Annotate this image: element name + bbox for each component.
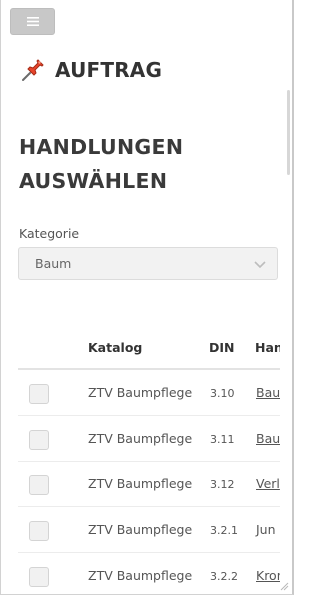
scrollbar-thumb[interactable] bbox=[287, 90, 290, 175]
column-header-din[interactable]: DIN bbox=[209, 340, 235, 355]
page-title-line-2: AUSWÄHLEN bbox=[19, 169, 168, 193]
chevron-down-icon bbox=[254, 261, 266, 269]
cell-katalog: ZTV Baumpflege bbox=[88, 522, 193, 537]
cell-katalog: ZTV Baumpflege bbox=[88, 385, 193, 400]
column-header-katalog[interactable]: Katalog bbox=[88, 340, 142, 355]
menu-button[interactable] bbox=[10, 8, 55, 35]
page-title: HANDLUNGEN AUSWÄHLEN bbox=[19, 130, 249, 198]
category-select[interactable]: Baum bbox=[18, 247, 278, 280]
cell-katalog: ZTV Baumpflege bbox=[88, 568, 193, 583]
category-selected-value: Baum bbox=[35, 256, 72, 271]
cell-katalog: ZTV Baumpflege bbox=[88, 476, 193, 491]
cell-handlung: Jun bbox=[256, 522, 276, 537]
row-checkbox[interactable] bbox=[29, 567, 49, 587]
cell-handlung-link[interactable]: Bau bbox=[256, 431, 280, 446]
resize-grip-icon[interactable] bbox=[279, 581, 289, 591]
cell-din: 3.11 bbox=[210, 433, 235, 446]
cell-din: 3.2.2 bbox=[210, 570, 238, 583]
column-header-handlung[interactable]: Han bbox=[255, 340, 280, 355]
cell-handlung-link[interactable]: Kron bbox=[256, 568, 280, 583]
cell-din: 3.2.1 bbox=[210, 524, 238, 537]
table-row: ZTV Baumpflege 3.2.2 Kron bbox=[18, 553, 280, 594]
cell-handlung-link[interactable]: Verl bbox=[256, 476, 280, 491]
cell-din: 3.12 bbox=[210, 478, 235, 491]
hamburger-icon bbox=[26, 17, 39, 26]
actions-table: Katalog DIN Han ZTV Baumpflege 3.10 Bau … bbox=[18, 330, 280, 594]
table-row: ZTV Baumpflege 3.12 Verl bbox=[18, 461, 280, 507]
table-row: ZTV Baumpflege 3.2.1 Jun bbox=[18, 507, 280, 553]
pushpin-icon bbox=[22, 59, 44, 81]
category-label: Kategorie bbox=[19, 226, 80, 241]
table-header: Katalog DIN Han bbox=[18, 330, 280, 370]
row-checkbox[interactable] bbox=[29, 430, 49, 450]
cell-katalog: ZTV Baumpflege bbox=[88, 431, 193, 446]
row-checkbox[interactable] bbox=[29, 384, 49, 404]
app-frame: AUFTRAG HANDLUNGEN AUSWÄHLEN Kategorie B… bbox=[0, 0, 294, 595]
cell-din: 3.10 bbox=[210, 387, 235, 400]
table-row: ZTV Baumpflege 3.10 Bau bbox=[18, 370, 280, 416]
page-title-line-1: HANDLUNGEN bbox=[19, 135, 184, 159]
brand-title: AUFTRAG bbox=[55, 58, 163, 82]
brand: AUFTRAG bbox=[19, 56, 162, 84]
cell-handlung-link[interactable]: Bau bbox=[256, 385, 280, 400]
row-checkbox[interactable] bbox=[29, 475, 49, 495]
row-checkbox[interactable] bbox=[29, 521, 49, 541]
table-row: ZTV Baumpflege 3.11 Bau bbox=[18, 416, 280, 462]
